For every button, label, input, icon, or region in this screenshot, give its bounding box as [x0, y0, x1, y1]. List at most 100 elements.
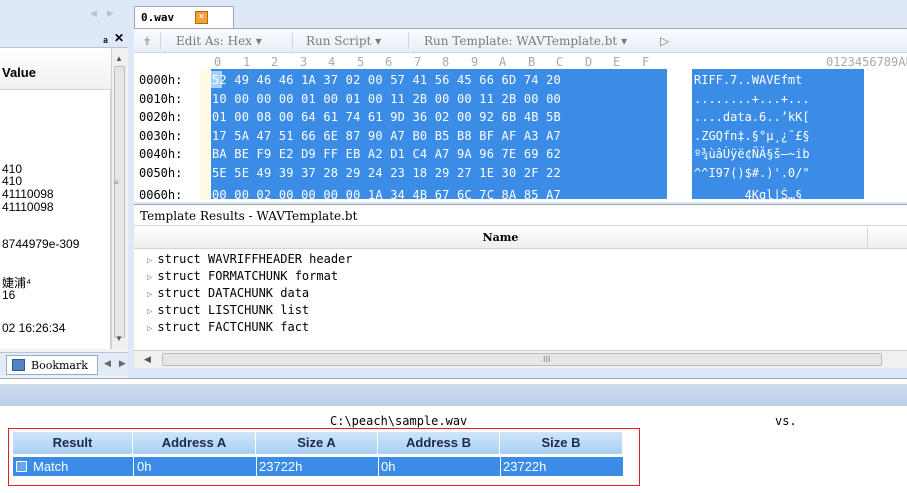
- chevron-left-icon[interactable]: ◀: [104, 358, 111, 369]
- chevron-down-icon: ▾: [255, 34, 262, 48]
- inspector-row[interactable]: 8744979e-309: [2, 237, 110, 251]
- expand-arrow-icon[interactable]: ▷: [147, 324, 152, 334]
- ruler-col: D: [585, 55, 593, 69]
- expand-arrow-icon[interactable]: ▷: [147, 290, 152, 300]
- chevron-right-icon[interactable]: ▶: [119, 358, 126, 369]
- hex-row[interactable]: BA BE F9 E2 D9 FF EB A2 D1 C4 A7 9A 96 7…: [212, 147, 561, 161]
- tab-scroll-arrows[interactable]: ◀ ▶: [90, 8, 125, 24]
- tab-label: Bookmark: [31, 359, 88, 372]
- close-icon[interactable]: ✕: [114, 31, 124, 45]
- hex-toolbar: ⇟ Edit As: Hex ▾ Run Script ▾ Run Templa…: [134, 29, 907, 53]
- inspector-tab-bar: ◀ ▶: [0, 0, 128, 30]
- expand-arrow-icon[interactable]: ▷: [147, 273, 152, 283]
- col-size-a[interactable]: Size A: [256, 432, 378, 454]
- cell-address-a: 0h: [137, 459, 152, 474]
- run-template-dropdown[interactable]: Run Template: WAVTemplate.bt ▾: [424, 34, 627, 48]
- expand-arrow-icon[interactable]: ▷: [147, 256, 152, 266]
- expand-arrow-icon[interactable]: ▷: [147, 307, 152, 317]
- hex-row[interactable]: 10 00 00 00 01 00 01 00 11 2B 00 00 11 2…: [212, 92, 561, 106]
- panel-controls: ₐ ✕: [103, 31, 124, 45]
- tab-bookmark[interactable]: Bookmark: [6, 355, 98, 375]
- ruler-col: 7: [414, 55, 422, 69]
- hex-row[interactable]: 17 5A 47 51 66 6E 87 90 A7 B0 B5 B8 BF A…: [212, 129, 561, 143]
- ruler-col: 2: [271, 55, 279, 69]
- inspector-list: 410 410 41110098 41110098 8744979e-309 婕…: [0, 48, 111, 349]
- ascii-row[interactable]: ....data.6..’kK[: [694, 110, 810, 124]
- chevron-down-icon: ▾: [621, 34, 628, 48]
- scroll-thumb[interactable]: III: [162, 353, 882, 366]
- caret-gutter: [200, 69, 210, 199]
- grip-icon: III: [543, 354, 551, 364]
- ruler-col: A: [499, 55, 507, 69]
- ascii-row[interactable]: ........+...+...: [694, 92, 810, 106]
- cell-size-a: 23722h: [259, 459, 303, 474]
- template-row[interactable]: ▷ struct WAVRIFFHEADER header: [147, 252, 353, 266]
- cell-result: Match: [33, 459, 69, 474]
- scroll-thumb[interactable]: [114, 66, 125, 338]
- hex-row[interactable]: 5E 5E 49 39 37 28 29 24 23 18 29 27 1E 3…: [212, 166, 561, 180]
- hex-ruler: 0 1 2 3 4 5 6 7 8 9 A B C D E F 01234567…: [134, 53, 907, 69]
- value-column-header[interactable]: [867, 227, 907, 249]
- template-hscrollbar[interactable]: ◀ III: [134, 350, 907, 368]
- ruler-col: 8: [442, 55, 450, 69]
- bookmark-tab-bar: Bookmark ◀ ▶: [0, 352, 128, 376]
- chevron-down-icon: ▾: [375, 34, 382, 48]
- ruler-col: 6: [385, 55, 393, 69]
- col-address-a[interactable]: Address A: [133, 432, 256, 454]
- compare-vs: vs.: [775, 414, 797, 428]
- inspector-scrollbar[interactable]: ▲ ≡ ▼: [111, 48, 127, 349]
- play-icon[interactable]: ▷: [660, 34, 669, 48]
- row-address: 0000h:: [139, 73, 183, 87]
- inspector-row[interactable]: 16: [2, 288, 110, 302]
- inspector-header: ₐ ✕: [0, 30, 128, 48]
- template-row[interactable]: ▷ struct FACTCHUNK fact: [147, 320, 309, 334]
- scroll-left-icon[interactable]: ◀: [144, 354, 151, 365]
- chevron-left-icon[interactable]: ◀: [90, 8, 97, 24]
- pin-icon[interactable]: ₐ: [103, 31, 108, 45]
- run-script-dropdown[interactable]: Run Script ▾: [306, 34, 381, 48]
- row-address: 0060h:: [139, 188, 183, 199]
- ascii-row[interactable]: º¾ùâÙÿë¢ÑÄ§š–~ib: [694, 147, 810, 161]
- hex-row[interactable]: 01 00 08 00 64 61 74 61 9D 36 02 00 92 6…: [212, 110, 561, 124]
- row-address: 0020h:: [139, 110, 183, 124]
- file-tab-label: 0.wav: [141, 11, 175, 24]
- ruler-col: B: [528, 55, 536, 69]
- hex-row[interactable]: 00 00 02 00 00 00 00 1A 34 4B 67 6C 7C 8…: [212, 188, 561, 199]
- ruler-col: 4: [328, 55, 336, 69]
- compare-panel-title-bar: [0, 384, 907, 406]
- close-icon[interactable]: ×: [195, 11, 208, 24]
- scroll-down-icon[interactable]: ▼: [115, 334, 123, 343]
- scroll-up-icon[interactable]: ▲: [115, 54, 123, 63]
- value-column-header[interactable]: Value: [0, 48, 111, 90]
- edit-as-dropdown[interactable]: Edit As: Hex ▾: [176, 34, 262, 48]
- template-row[interactable]: ▷ struct LISTCHUNK list: [147, 303, 309, 317]
- template-results-title: Template Results - WAVTemplate.bt: [134, 204, 907, 226]
- hex-row[interactable]: 52 49 46 46 1A 37 02 00 57 41 56 45 66 6…: [212, 73, 561, 87]
- inspector-row[interactable]: 41110098: [2, 187, 110, 201]
- inspector-row[interactable]: 02 16:26:34: [2, 321, 110, 335]
- ascii-row[interactable]: RIFF.7..WAVEfmt: [694, 73, 810, 87]
- template-row[interactable]: ▷ struct DATACHUNK data: [147, 286, 309, 300]
- compare-file-a: C:\peach\sample.wav: [330, 414, 468, 428]
- grip-icon: ≡: [114, 178, 119, 187]
- toolbar-grip-icon: ⇟: [142, 34, 153, 48]
- name-column-header[interactable]: Name: [134, 227, 867, 249]
- ascii-row[interactable]: ^^I97()$#.)'.0/": [694, 166, 810, 180]
- row-address: 0030h:: [139, 129, 183, 143]
- chevron-right-icon[interactable]: ▶: [107, 8, 114, 24]
- ruler-col: 3: [300, 55, 308, 69]
- file-tab[interactable]: 0.wav ×: [134, 6, 234, 28]
- template-row[interactable]: ▷ struct FORMATCHUNK format: [147, 269, 338, 283]
- col-address-b[interactable]: Address B: [378, 432, 500, 454]
- ruler-col: E: [613, 55, 621, 69]
- inspector-row[interactable]: 410: [2, 174, 110, 188]
- bookmark-icon: [12, 359, 25, 371]
- col-result[interactable]: Result: [13, 432, 133, 454]
- checkbox-icon[interactable]: [16, 461, 27, 472]
- ascii-row[interactable]: .ZGQfn‡.§°µ¸¿¯£§: [694, 129, 810, 143]
- col-size-b[interactable]: Size B: [500, 432, 623, 454]
- row-address: 0010h:: [139, 92, 183, 106]
- inspector-row[interactable]: 41110098: [2, 200, 110, 214]
- ascii-row[interactable]: 4Kgl|Š…§: [694, 188, 803, 199]
- ruler-col: C: [556, 55, 564, 69]
